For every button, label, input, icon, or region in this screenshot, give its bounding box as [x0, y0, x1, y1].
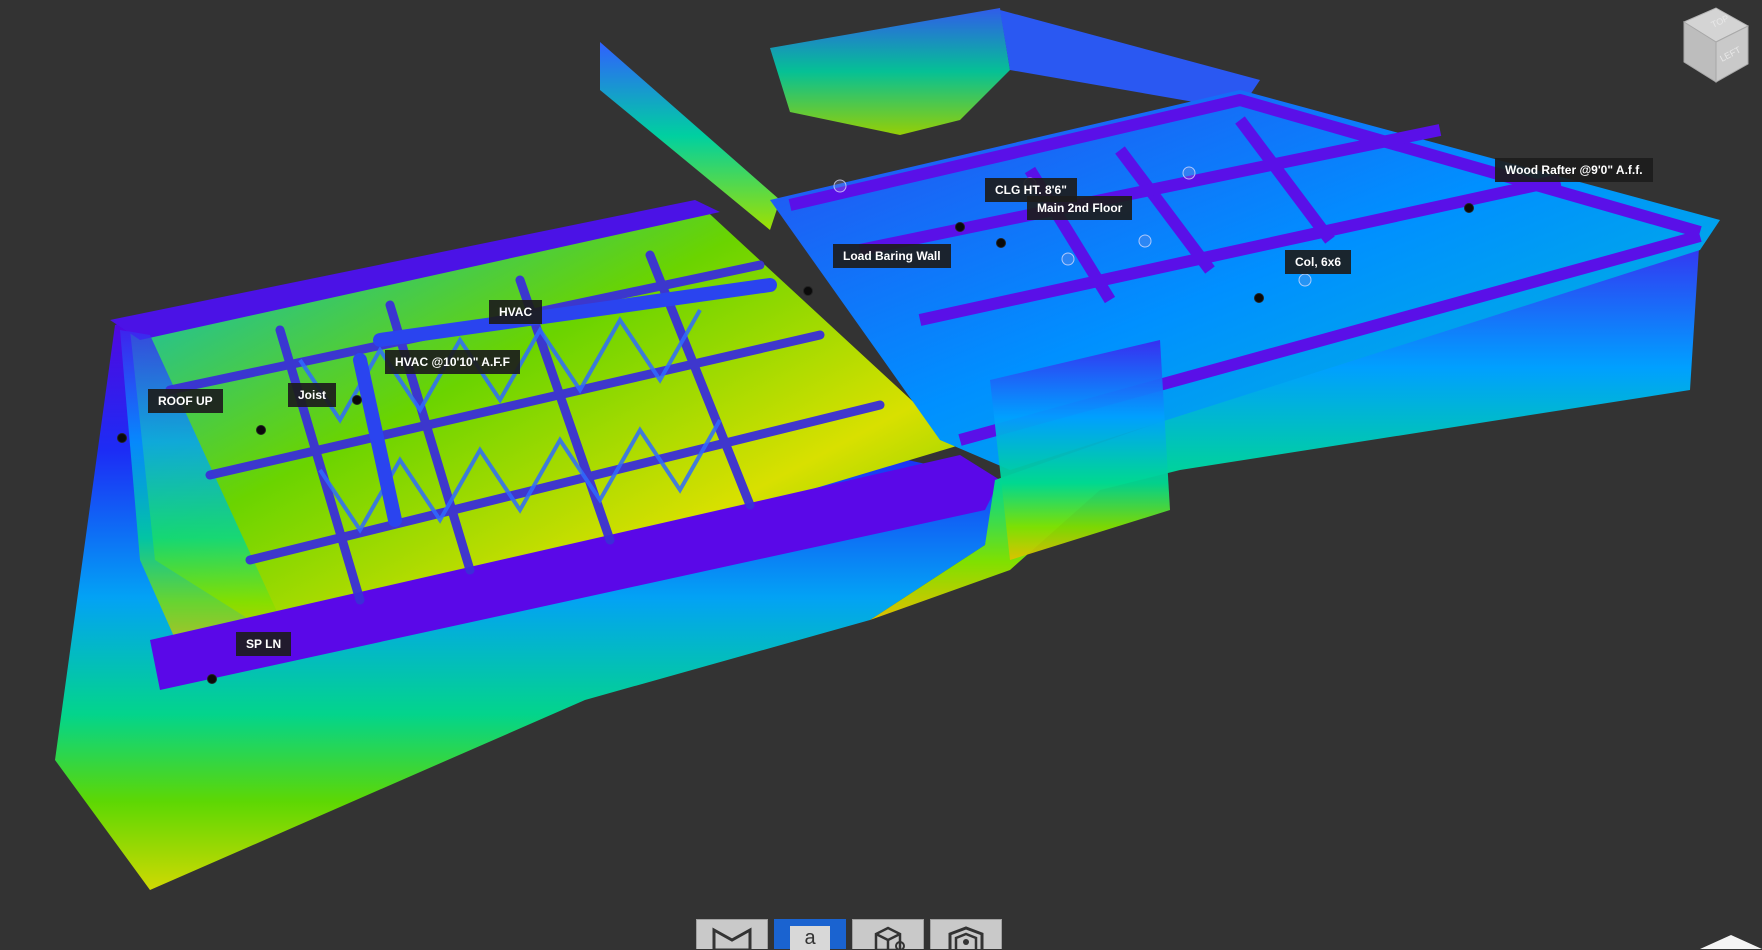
annotation-label-joist[interactable]: Joist: [288, 383, 337, 407]
hidden-annotation-marker[interactable]: [833, 179, 847, 193]
hidden-annotation-marker[interactable]: [1138, 234, 1152, 248]
back-fence: [770, 8, 1010, 135]
view-cube-icon[interactable]: TOP LEFT: [1676, 4, 1756, 84]
annotation-label-col-6x6[interactable]: Col, 6x6: [1285, 250, 1352, 274]
annotation-label-hvac[interactable]: HVAC: [489, 300, 543, 324]
bottom-toolbar: a: [696, 919, 1002, 950]
annotation-icon: a: [790, 926, 830, 950]
annotation-pin-col-6x6[interactable]: [1254, 293, 1264, 303]
annotation-label-hvac-10-10[interactable]: HVAC @10'10" A.F.F: [385, 350, 520, 374]
tape-measure-icon: [712, 927, 752, 950]
annotation-label-wood-rafter[interactable]: Wood Rafter @9'0" A.f.f.: [1495, 158, 1653, 182]
annotation-pin-wood-rafter[interactable]: [1464, 203, 1474, 213]
section-box-icon: [948, 926, 984, 950]
annotation-pin-sp-ln[interactable]: [207, 674, 217, 684]
hidden-annotation-marker[interactable]: [1182, 166, 1196, 180]
annotation-label-main-2nd-floor[interactable]: Main 2nd Floor: [1027, 196, 1133, 220]
annotate-tool-button[interactable]: a: [774, 919, 846, 950]
annotation-pin-load-baring-wall[interactable]: [803, 286, 813, 296]
expand-up-icon[interactable]: [1700, 935, 1762, 949]
annotation-pin-joist[interactable]: [256, 425, 266, 435]
annotation-label-load-baring-wall[interactable]: Load Baring Wall: [833, 244, 951, 268]
annotation-label-sp-ln[interactable]: SP LN: [236, 632, 292, 656]
annotation-pin-roof-up[interactable]: [117, 433, 127, 443]
model-tool-button[interactable]: [852, 919, 924, 950]
section-tool-button[interactable]: [930, 919, 1002, 950]
annotation-label-roof-up[interactable]: ROOF UP: [148, 389, 223, 413]
annotation-pin-main-2nd-floor[interactable]: [996, 238, 1006, 248]
3d-box-icon: [874, 926, 905, 950]
hidden-annotation-marker[interactable]: [1061, 252, 1075, 266]
annotation-pin-hvac-10-10[interactable]: [352, 395, 362, 405]
annotation-glyph: a: [804, 927, 816, 949]
measure-tool-button[interactable]: [696, 919, 768, 950]
hidden-annotation-marker[interactable]: [1298, 273, 1312, 287]
point-cloud-viewport[interactable]: [0, 0, 1762, 949]
annotation-pin-clg-ht[interactable]: [955, 222, 965, 232]
